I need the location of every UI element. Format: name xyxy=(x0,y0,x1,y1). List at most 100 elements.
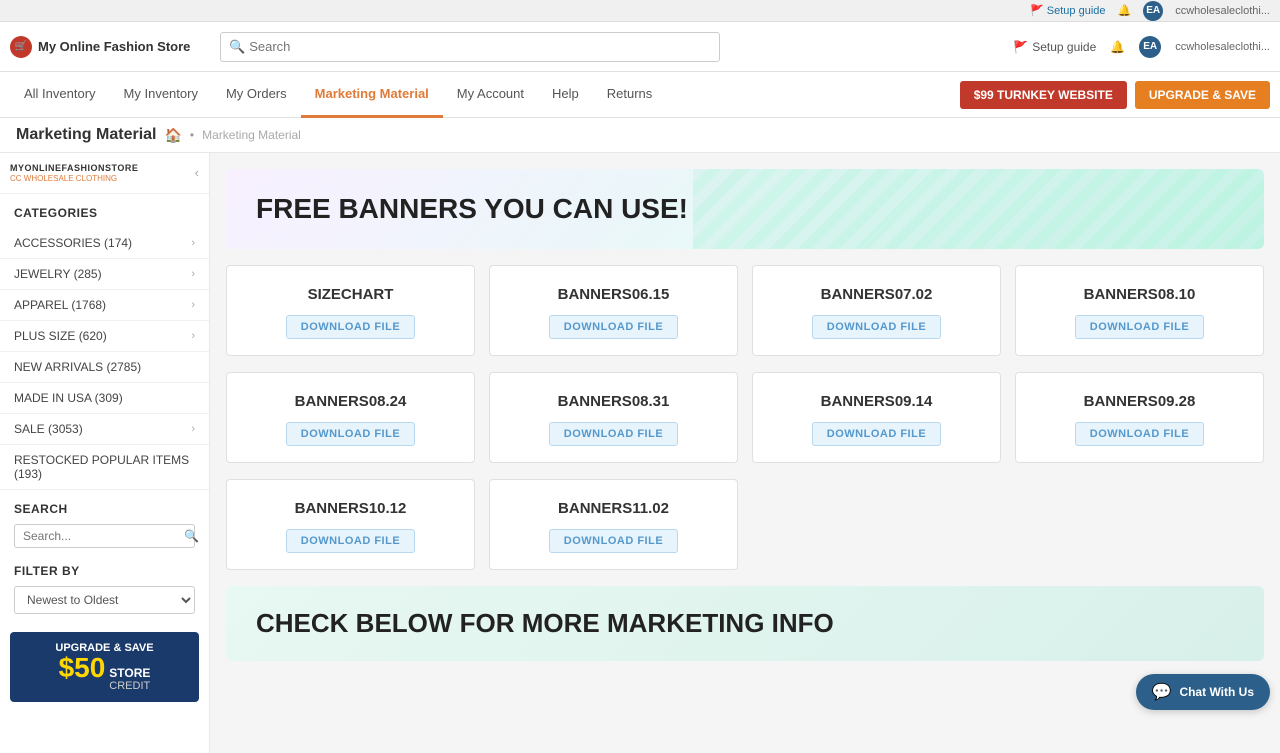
search-input[interactable] xyxy=(249,39,711,54)
banner-card-08-24: BANNERS08.24 DOWNLOAD FILE xyxy=(226,372,475,463)
banner-card-sizechart: SIZECHART DOWNLOAD FILE xyxy=(226,265,475,356)
sidebar-logo-sub: CC WHOLESALE CLOTHING xyxy=(10,174,138,183)
chat-label: Chat With Us xyxy=(1179,685,1254,699)
download-sizechart-button[interactable]: DOWNLOAD FILE xyxy=(286,315,415,339)
sidebar-upgrade-banner[interactable]: UPGRADE & SAVE $50 STORE CREDIT xyxy=(10,632,199,702)
sidebar-item-made-in-usa[interactable]: MADE IN USA (309) xyxy=(0,383,209,414)
filter-title: FILTER BY xyxy=(14,564,195,578)
banner-card-08-31: BANNERS08.31 DOWNLOAD FILE xyxy=(489,372,738,463)
banner-card-11-02: BANNERS11.02 DOWNLOAD FILE xyxy=(489,479,738,570)
breadcrumb: Marketing Material 🏠 • Marketing Materia… xyxy=(0,118,1280,153)
sidebar-item-plus-size[interactable]: PLUS SIZE (620) › xyxy=(0,321,209,352)
chat-widget[interactable]: 💬 Chat With Us xyxy=(1136,674,1270,710)
banner-title: SIZECHART xyxy=(308,286,394,303)
download-banners0928-button[interactable]: DOWNLOAD FILE xyxy=(1075,422,1204,446)
upgrade-save-button[interactable]: UPGRADE & SAVE xyxy=(1135,81,1270,109)
banner-card-10-12: BANNERS10.12 DOWNLOAD FILE xyxy=(226,479,475,570)
sidebar-item-apparel[interactable]: APPAREL (1768) › xyxy=(0,290,209,321)
content-area: FREE BANNERS YOU CAN USE! SIZECHART DOWN… xyxy=(210,153,1280,753)
nav-my-inventory[interactable]: My Inventory xyxy=(110,72,212,118)
nav-bar: All Inventory My Inventory My Orders Mar… xyxy=(0,72,1280,118)
search-section-title: SEARCH xyxy=(14,502,195,516)
store-domain: ccwholesaleclothi... xyxy=(1175,41,1270,53)
sidebar-search-section: SEARCH 🔍 xyxy=(0,490,209,556)
sidebar: MYONLINEFASHIONSTORE CC WHOLESALE CLOTHI… xyxy=(0,153,210,753)
download-banners0824-button[interactable]: DOWNLOAD FILE xyxy=(286,422,415,446)
sidebar-item-jewelry[interactable]: JEWELRY (285) › xyxy=(0,259,209,290)
upgrade-store: STORE xyxy=(109,666,150,680)
chat-icon: 💬 xyxy=(1152,682,1172,702)
store-name: My Online Fashion Store xyxy=(38,39,190,54)
banner-title: BANNERS09.28 xyxy=(1084,393,1196,410)
store-url: ccwholesaleclothi... xyxy=(1175,5,1270,17)
banner-grid-row2: BANNERS08.24 DOWNLOAD FILE BANNERS08.31 … xyxy=(226,372,1264,463)
sidebar-item-restocked[interactable]: RESTOCKED POPULAR ITEMS (193) xyxy=(0,445,209,490)
sidebar-filter-section: FILTER BY Newest to Oldest Oldest to New… xyxy=(0,556,209,622)
sidebar-item-new-arrivals[interactable]: NEW ARRIVALS (2785) xyxy=(0,352,209,383)
sidebar-item-sale[interactable]: SALE (3053) › xyxy=(0,414,209,445)
nav-my-orders[interactable]: My Orders xyxy=(212,72,301,118)
bell-icon: 🔔 xyxy=(1110,40,1125,54)
banner-title: BANNERS08.10 xyxy=(1084,286,1196,303)
turnkey-website-button[interactable]: $99 TURNKEY WEBSITE xyxy=(960,81,1127,109)
notification-bell[interactable]: 🔔 xyxy=(1110,40,1125,54)
top-bar: 🚩 Setup guide 🔔 EA ccwholesaleclothi... xyxy=(0,0,1280,22)
sidebar-search-icon: 🔍 xyxy=(184,529,199,543)
sidebar-search-box[interactable]: 🔍 xyxy=(14,524,195,548)
header: 🛒 My Online Fashion Store 🔍 🚩 Setup guid… xyxy=(0,22,1280,72)
check-below-title: CHECK BELOW FOR MORE MARKETING INFO xyxy=(256,608,1234,639)
chevron-right-icon: › xyxy=(191,423,195,435)
setup-guide-button[interactable]: 🚩 Setup guide xyxy=(1013,40,1096,54)
banner-card-09-28: BANNERS09.28 DOWNLOAD FILE xyxy=(1015,372,1264,463)
banner-grid-row3: BANNERS10.12 DOWNLOAD FILE BANNERS11.02 … xyxy=(226,479,1264,570)
breadcrumb-current: Marketing Material xyxy=(202,128,301,142)
download-banners0914-button[interactable]: DOWNLOAD FILE xyxy=(812,422,941,446)
main-layout: MYONLINEFASHIONSTORE CC WHOLESALE CLOTHI… xyxy=(0,153,1280,753)
upgrade-amount: $50 xyxy=(59,654,106,682)
nav-help[interactable]: Help xyxy=(538,72,593,118)
banner-title: BANNERS07.02 xyxy=(821,286,933,303)
sidebar-item-accessories[interactable]: ACCESSORIES (174) › xyxy=(0,228,209,259)
banner-title: BANNERS06.15 xyxy=(558,286,670,303)
search-prefix-icon: 🔍 xyxy=(229,39,245,55)
banner-card-08-10: BANNERS08.10 DOWNLOAD FILE xyxy=(1015,265,1264,356)
banner-title: BANNERS08.31 xyxy=(558,393,670,410)
download-banners0702-button[interactable]: DOWNLOAD FILE xyxy=(812,315,941,339)
filter-select[interactable]: Newest to Oldest Oldest to Newest Price:… xyxy=(14,586,195,614)
flag-icon: 🚩 xyxy=(1013,40,1028,54)
user-avatar[interactable]: EA xyxy=(1139,36,1161,58)
page-title: Marketing Material xyxy=(16,126,156,144)
download-banners0810-button[interactable]: DOWNLOAD FILE xyxy=(1075,315,1204,339)
header-right: 🚩 Setup guide 🔔 EA ccwholesaleclothi... xyxy=(1013,36,1270,58)
banner-card-09-14: BANNERS09.14 DOWNLOAD FILE xyxy=(752,372,1001,463)
search-bar[interactable]: 🔍 xyxy=(220,32,720,62)
notification-icon[interactable]: 🔔 xyxy=(1118,4,1132,17)
categories-title: CATEGORIES xyxy=(0,194,209,228)
download-banners1012-button[interactable]: DOWNLOAD FILE xyxy=(286,529,415,553)
sidebar-search-input[interactable] xyxy=(23,529,178,543)
sidebar-collapse-icon[interactable]: ‹ xyxy=(195,165,199,180)
sidebar-logo: MYONLINEFASHIONSTORE CC WHOLESALE CLOTHI… xyxy=(0,153,209,194)
download-banners1102-button[interactable]: DOWNLOAD FILE xyxy=(549,529,678,553)
user-initials-badge: EA xyxy=(1143,1,1163,21)
home-icon[interactable]: 🏠 xyxy=(164,127,181,144)
banner-card-07-02: BANNERS07.02 DOWNLOAD FILE xyxy=(752,265,1001,356)
setup-guide-link[interactable]: 🚩 Setup guide xyxy=(1030,4,1105,17)
user-initials: EA xyxy=(1139,36,1161,58)
banner-title: BANNERS10.12 xyxy=(295,500,407,517)
nav-returns[interactable]: Returns xyxy=(593,72,667,118)
chevron-right-icon: › xyxy=(191,299,195,311)
chevron-right-icon: › xyxy=(191,330,195,342)
banner-title: BANNERS08.24 xyxy=(295,393,407,410)
sidebar-logo-text: MYONLINEFASHIONSTORE xyxy=(10,163,138,174)
nav-my-account[interactable]: My Account xyxy=(443,72,538,118)
upgrade-credit: CREDIT xyxy=(109,680,150,692)
nav-marketing-material[interactable]: Marketing Material xyxy=(301,72,443,118)
banner-title: BANNERS09.14 xyxy=(821,393,933,410)
nav-all-inventory[interactable]: All Inventory xyxy=(10,72,110,118)
download-banners0831-button[interactable]: DOWNLOAD FILE xyxy=(549,422,678,446)
chevron-right-icon: › xyxy=(191,237,195,249)
nav-items: All Inventory My Inventory My Orders Mar… xyxy=(0,72,666,118)
download-banners0615-button[interactable]: DOWNLOAD FILE xyxy=(549,315,678,339)
check-below-banner: CHECK BELOW FOR MORE MARKETING INFO xyxy=(226,586,1264,661)
